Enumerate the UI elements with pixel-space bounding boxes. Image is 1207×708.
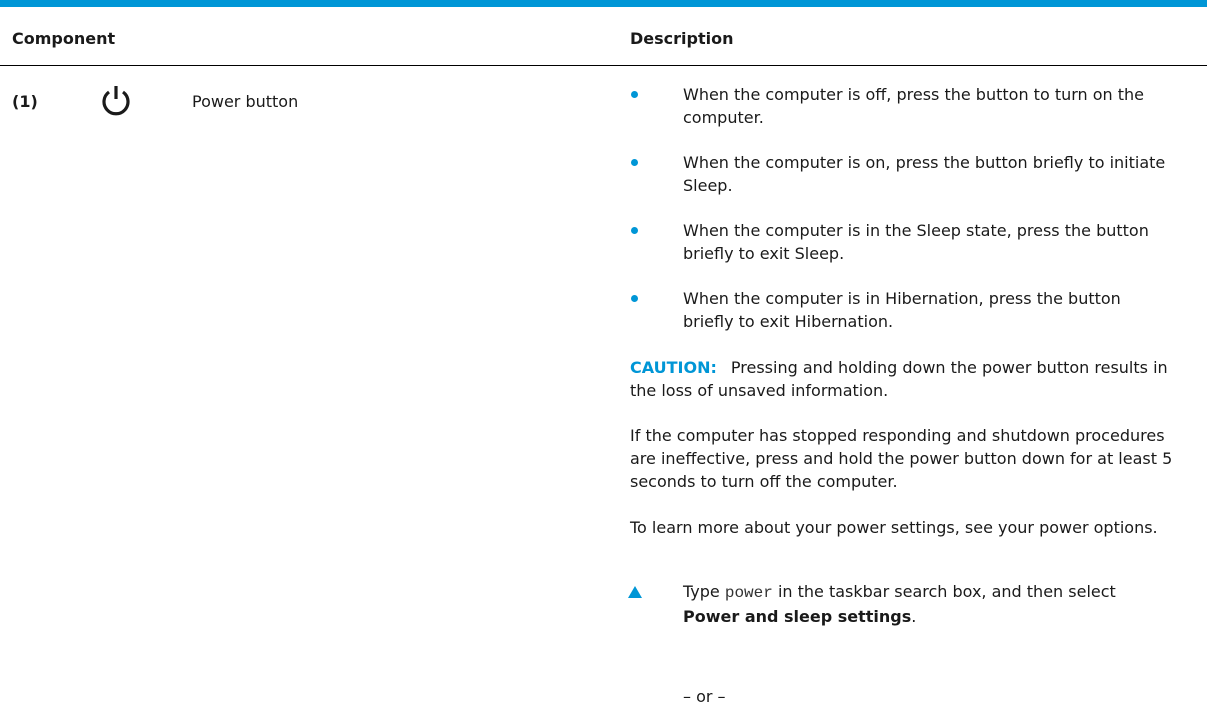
bullet-item: When the computer is in Hibernation, pre…: [683, 289, 1121, 331]
table-header: Component Description: [0, 7, 1207, 66]
row-number: (1): [12, 92, 38, 111]
bullet-item: When the computer is on, press the butto…: [683, 153, 1166, 195]
bullet-dot: [631, 227, 638, 234]
step-triangle-icon: [628, 586, 642, 598]
bullet-item: When the computer is off, press the butt…: [683, 85, 1145, 127]
caution-label: CAUTION:: [630, 358, 717, 377]
power-icon: [102, 86, 130, 116]
step-code: power: [724, 584, 773, 602]
top-rule: [0, 0, 1207, 7]
step-instruction: Type power in the taskbar search box, an…: [683, 580, 1173, 628]
step-post: .: [911, 607, 917, 626]
step-mid: in the taskbar search box, and then sele…: [772, 582, 1116, 601]
or-separator: – or –: [683, 687, 726, 706]
bullet-dot: [631, 295, 638, 302]
component-name: Power button: [192, 92, 299, 111]
unresponsive-paragraph: If the computer has stopped responding a…: [630, 426, 1173, 491]
caution-note: CAUTION: Pressing and holding down the po…: [630, 356, 1175, 402]
bullet-dot: [631, 159, 638, 166]
step-setting-name: Power and sleep settings: [683, 607, 912, 626]
header-component: Component: [12, 29, 116, 48]
header-description: Description: [630, 29, 734, 48]
step-pre: Type: [683, 582, 725, 601]
bullet-dot: [631, 91, 638, 98]
power-settings-paragraph: To learn more about your power settings,…: [630, 518, 1158, 537]
bullet-item: When the computer is in the Sleep state,…: [683, 221, 1149, 263]
